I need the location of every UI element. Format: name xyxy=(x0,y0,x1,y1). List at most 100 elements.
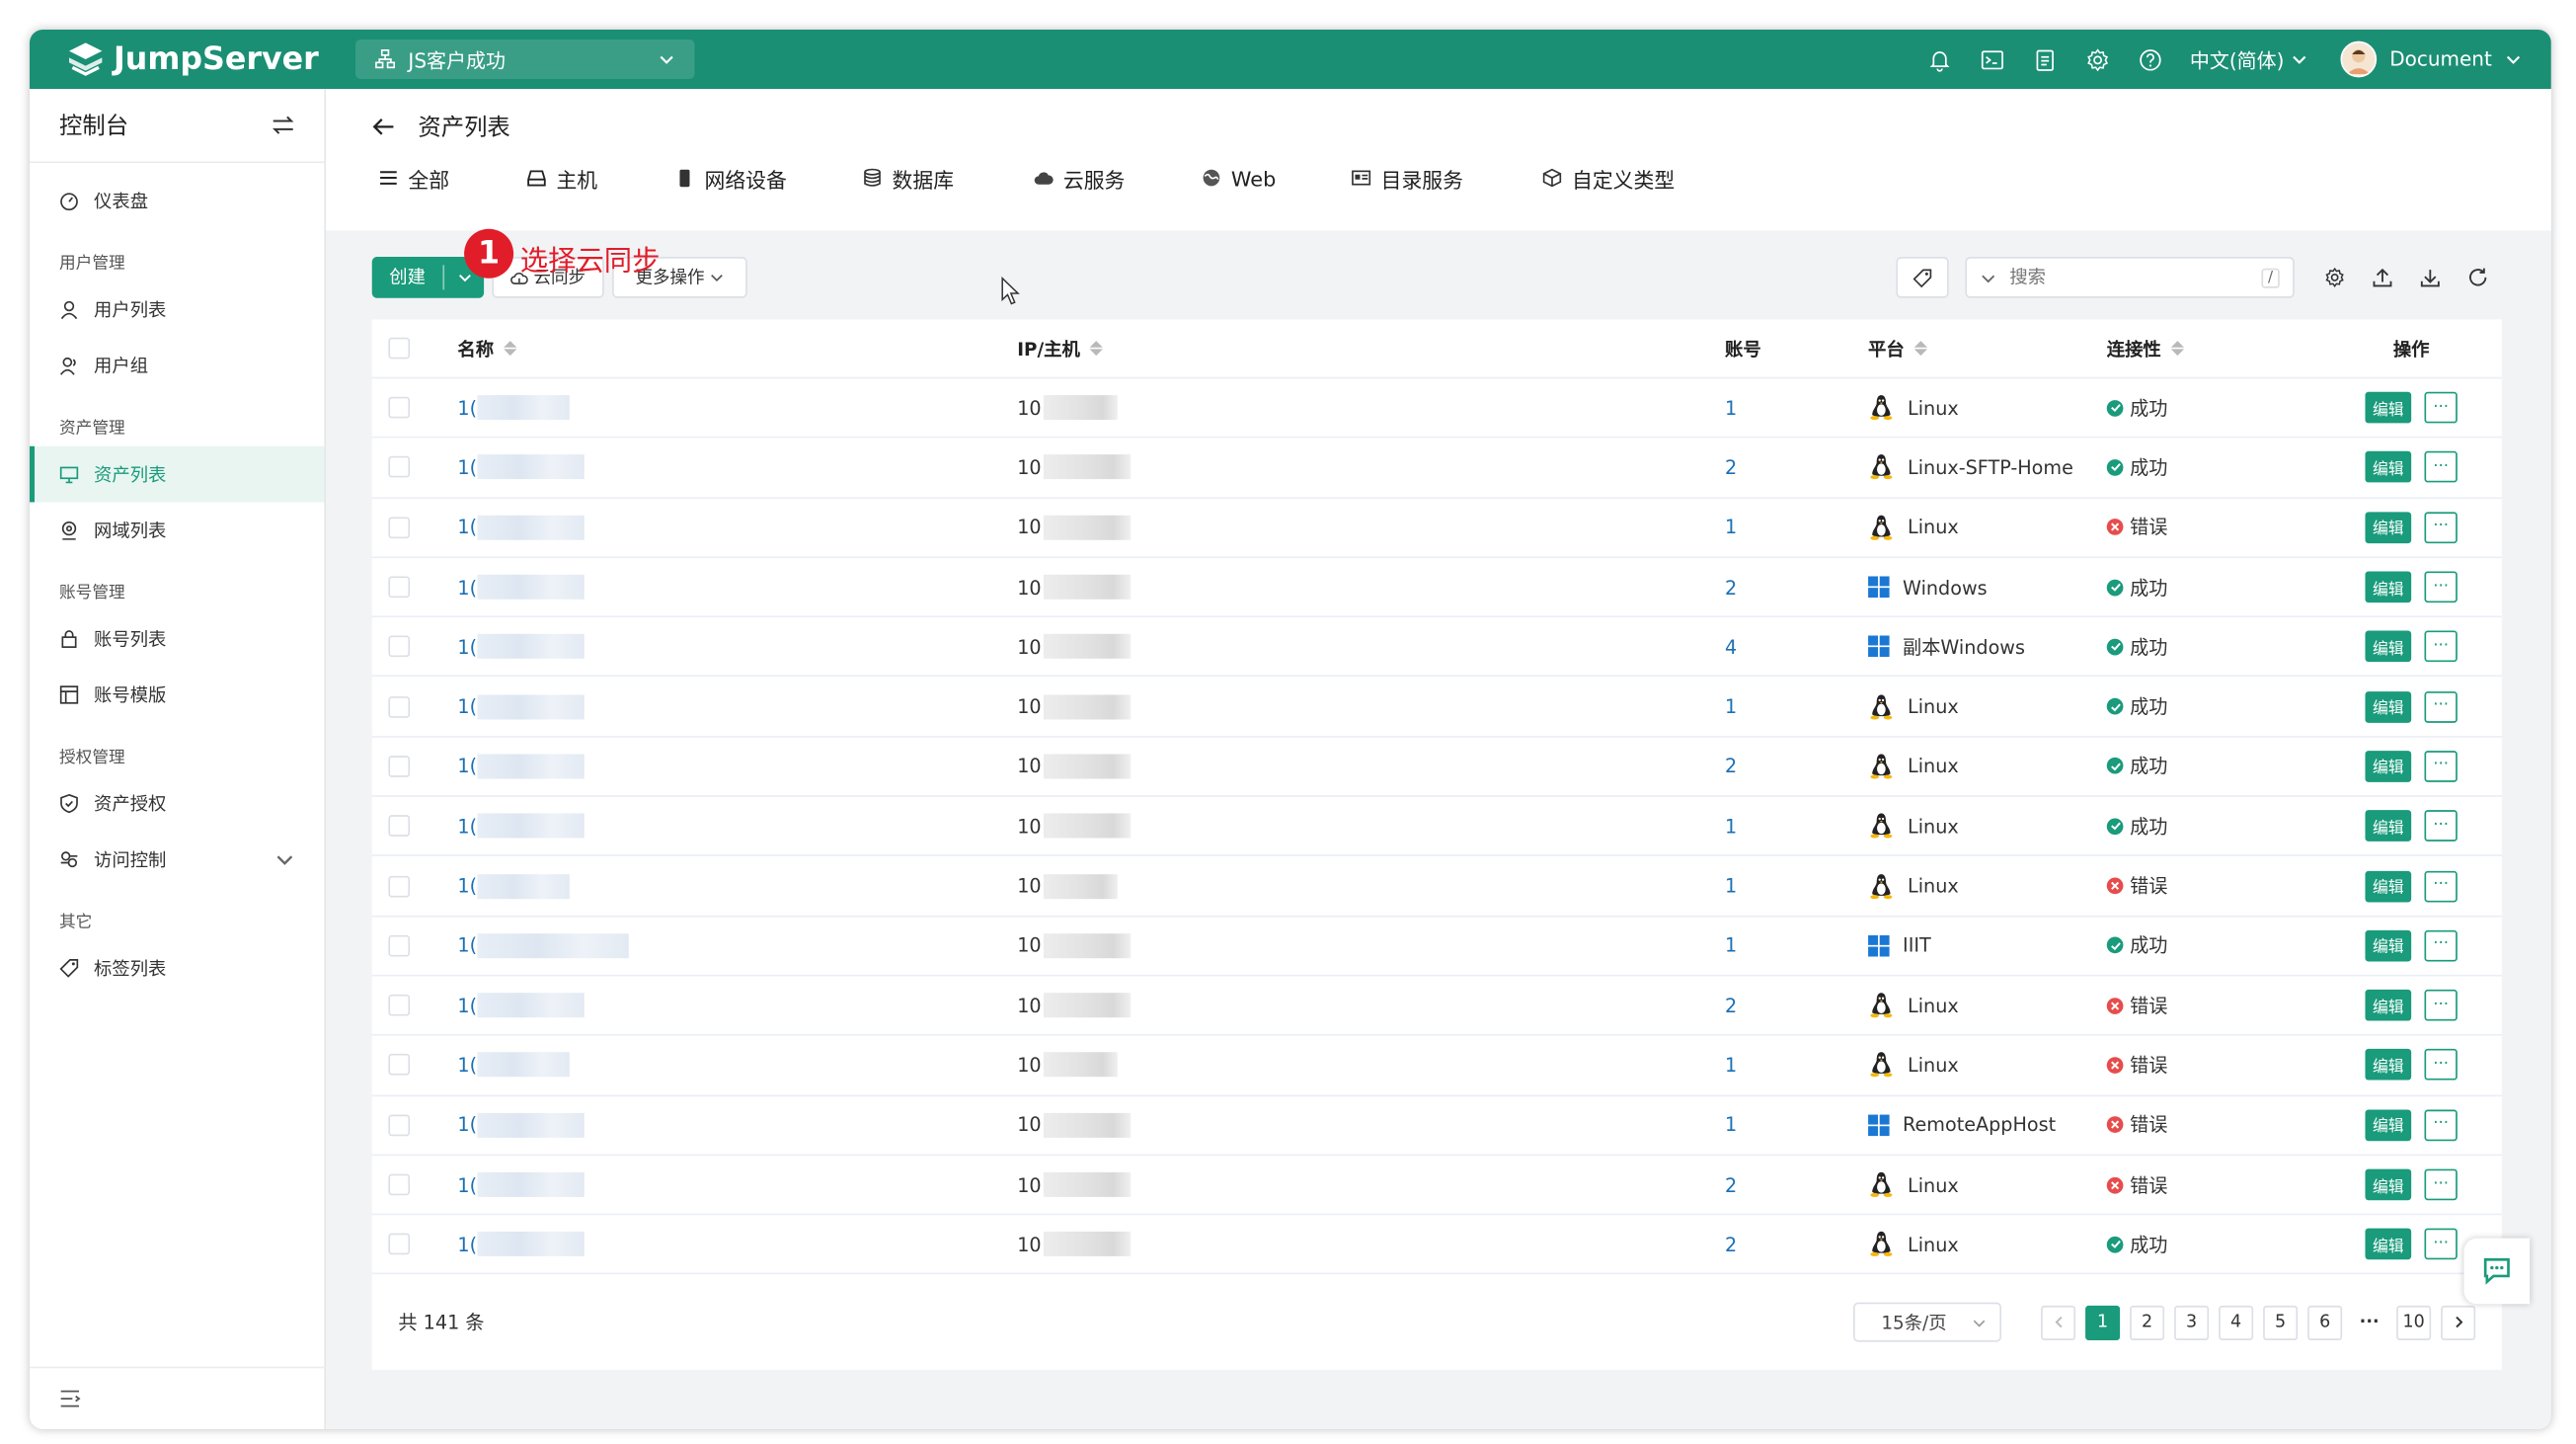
sidebar-item-assets[interactable]: 资产列表 xyxy=(30,445,325,503)
row-checkbox[interactable] xyxy=(388,756,411,777)
page-button[interactable]: 6 xyxy=(2307,1305,2343,1340)
edit-button[interactable]: 编辑 xyxy=(2365,631,2412,663)
more-button[interactable]: ··· xyxy=(2424,990,2458,1021)
next-page-button[interactable] xyxy=(2441,1305,2476,1340)
account-count-link[interactable]: 2 xyxy=(1725,576,1868,599)
search-input[interactable] xyxy=(2009,267,2249,288)
edit-button[interactable]: 编辑 xyxy=(2365,870,2412,902)
refresh-button[interactable] xyxy=(2454,267,2501,288)
more-button[interactable]: ··· xyxy=(2424,870,2458,902)
more-button[interactable]: ··· xyxy=(2424,511,2458,543)
chevron-down-icon[interactable] xyxy=(1980,270,1996,286)
edit-button[interactable]: 编辑 xyxy=(2365,451,2412,484)
prev-page-button[interactable] xyxy=(2041,1305,2076,1340)
sort-icon[interactable] xyxy=(1913,341,1928,357)
sidebar-item-access-control[interactable]: 访问控制 xyxy=(30,832,324,888)
row-checkbox[interactable] xyxy=(388,1114,411,1136)
sort-icon[interactable] xyxy=(504,341,517,357)
row-checkbox[interactable] xyxy=(388,1173,411,1196)
sidebar-item-labels[interactable]: 标签列表 xyxy=(30,940,324,997)
export-button[interactable] xyxy=(2406,267,2454,288)
tab-cloud-services[interactable]: 云服务 xyxy=(1034,160,1202,197)
asset-name-link[interactable]: 1( xyxy=(457,574,1017,600)
account-count-link[interactable]: 2 xyxy=(1725,456,1868,479)
clipboard-icon[interactable] xyxy=(2032,46,2059,73)
row-checkbox[interactable] xyxy=(388,995,411,1016)
row-checkbox[interactable] xyxy=(388,456,411,479)
page-size-select[interactable]: 15条/页 xyxy=(1853,1302,2002,1342)
column-connectivity[interactable]: 连接性 xyxy=(2107,335,2321,361)
edit-button[interactable]: 编辑 xyxy=(2365,990,2412,1021)
asset-name-link[interactable]: 1( xyxy=(457,813,1017,839)
bell-icon[interactable] xyxy=(1926,46,1953,73)
asset-name-link[interactable]: 1( xyxy=(457,634,1017,660)
page-button[interactable]: 10 xyxy=(2396,1305,2432,1340)
edit-button[interactable]: 编辑 xyxy=(2365,690,2412,723)
row-checkbox[interactable] xyxy=(388,516,411,538)
edit-button[interactable]: 编辑 xyxy=(2365,751,2412,782)
page-button[interactable]: 5 xyxy=(2263,1305,2299,1340)
row-checkbox[interactable] xyxy=(388,1234,411,1255)
edit-button[interactable]: 编辑 xyxy=(2365,929,2412,962)
row-checkbox[interactable] xyxy=(388,815,411,838)
asset-name-link[interactable]: 1( xyxy=(457,993,1017,1018)
collapse-menu-icon[interactable] xyxy=(59,1390,81,1407)
tab-web[interactable]: Web xyxy=(1202,160,1352,197)
asset-name-link[interactable]: 1( xyxy=(457,515,1017,540)
label-filter-button[interactable] xyxy=(1896,257,1949,298)
tab-directory-services[interactable]: 目录服务 xyxy=(1352,160,1542,197)
account-count-link[interactable]: 1 xyxy=(1725,934,1868,957)
column-platform[interactable]: 平台 xyxy=(1868,335,2107,361)
asset-name-link[interactable]: 1( xyxy=(457,932,1017,958)
more-button[interactable]: ··· xyxy=(2424,810,2458,842)
more-button[interactable]: ··· xyxy=(2424,631,2458,663)
back-arrow-icon[interactable] xyxy=(372,117,395,136)
asset-name-link[interactable]: 1( xyxy=(457,754,1017,779)
tab-hosts[interactable]: 主机 xyxy=(526,160,674,197)
edit-button[interactable]: 编辑 xyxy=(2365,1049,2412,1082)
asset-name-link[interactable]: 1( xyxy=(457,693,1017,719)
account-count-link[interactable]: 1 xyxy=(1725,695,1868,718)
tab-network-devices[interactable]: 网络设备 xyxy=(674,160,862,197)
sort-icon[interactable] xyxy=(1089,341,1104,357)
row-checkbox[interactable] xyxy=(388,396,411,419)
asset-name-link[interactable]: 1( xyxy=(457,1052,1017,1078)
more-button[interactable]: ··· xyxy=(2424,1168,2458,1201)
sort-icon[interactable] xyxy=(2170,341,2185,357)
account-count-link[interactable]: 1 xyxy=(1725,396,1868,419)
row-checkbox[interactable] xyxy=(388,1054,411,1077)
settings-button[interactable] xyxy=(2310,267,2358,288)
org-selector[interactable]: JS客户成功 xyxy=(355,40,695,80)
brand-logo[interactable]: JumpServer xyxy=(66,40,319,79)
edit-button[interactable]: 编辑 xyxy=(2365,511,2412,543)
account-count-link[interactable]: 4 xyxy=(1725,635,1868,658)
import-button[interactable] xyxy=(2359,267,2406,288)
account-count-link[interactable]: 2 xyxy=(1725,1173,1868,1196)
search-box[interactable]: / xyxy=(1965,257,2295,298)
asset-name-link[interactable]: 1( xyxy=(457,395,1017,421)
edit-button[interactable]: 编辑 xyxy=(2365,810,2412,842)
page-button[interactable]: 4 xyxy=(2219,1305,2254,1340)
account-count-link[interactable]: 1 xyxy=(1725,874,1868,897)
asset-name-link[interactable]: 1( xyxy=(457,873,1017,899)
sidebar-item-users[interactable]: 用户列表 xyxy=(30,281,324,338)
row-checkbox[interactable] xyxy=(388,875,411,897)
asset-name-link[interactable]: 1( xyxy=(457,1232,1017,1257)
more-button[interactable]: ··· xyxy=(2424,1109,2458,1141)
more-button[interactable]: ··· xyxy=(2424,571,2458,603)
more-button[interactable]: ··· xyxy=(2424,1049,2458,1082)
account-count-link[interactable]: 2 xyxy=(1725,755,1868,777)
sidebar-item-dashboard[interactable]: 仪表盘 xyxy=(30,173,324,229)
sidebar-item-account-templates[interactable]: 账号模版 xyxy=(30,667,324,723)
select-all-checkbox[interactable] xyxy=(388,337,411,360)
tab-databases[interactable]: 数据库 xyxy=(863,160,1034,197)
account-count-link[interactable]: 1 xyxy=(1725,1113,1868,1136)
column-ip[interactable]: IP/主机 xyxy=(1017,335,1725,361)
row-checkbox[interactable] xyxy=(388,695,411,718)
edit-button[interactable]: 编辑 xyxy=(2365,391,2412,424)
asset-name-link[interactable]: 1( xyxy=(457,1112,1017,1138)
more-button[interactable]: ··· xyxy=(2424,391,2458,424)
row-checkbox[interactable] xyxy=(388,934,411,957)
edit-button[interactable]: 编辑 xyxy=(2365,1168,2412,1201)
sidebar-item-user-groups[interactable]: 用户组 xyxy=(30,338,324,394)
